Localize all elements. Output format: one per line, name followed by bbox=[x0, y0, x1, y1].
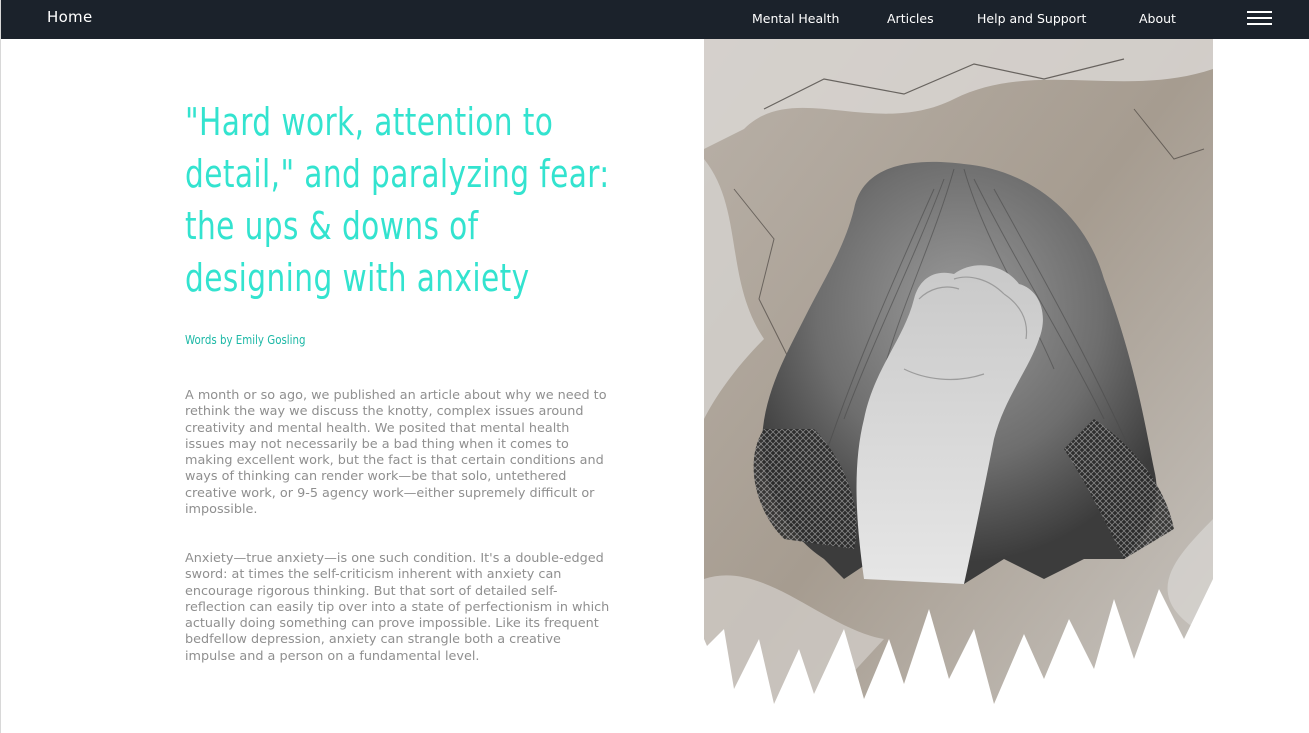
nav-link-about[interactable]: About bbox=[1139, 11, 1176, 26]
hero-collage-illustration bbox=[704, 39, 1213, 704]
article-paragraph-2: Anxiety—true anxiety—is one such conditi… bbox=[185, 551, 610, 664]
nav-home-link[interactable]: Home bbox=[47, 8, 93, 26]
top-navbar: Home Mental Health Articles Help and Sup… bbox=[1, 0, 1309, 39]
article-title: "Hard work, attention to detail," and pa… bbox=[185, 100, 610, 300]
nav-link-articles[interactable]: Articles bbox=[887, 11, 934, 26]
hamburger-menu-icon[interactable] bbox=[1247, 10, 1273, 28]
article-byline: Words by Emily Gosling bbox=[185, 332, 306, 347]
article-paragraph-1: A month or so ago, we published an artic… bbox=[185, 388, 607, 518]
hero-collage-image bbox=[704, 39, 1213, 704]
nav-link-mental-health[interactable]: Mental Health bbox=[752, 11, 839, 26]
nav-link-help-and-support[interactable]: Help and Support bbox=[977, 11, 1086, 26]
